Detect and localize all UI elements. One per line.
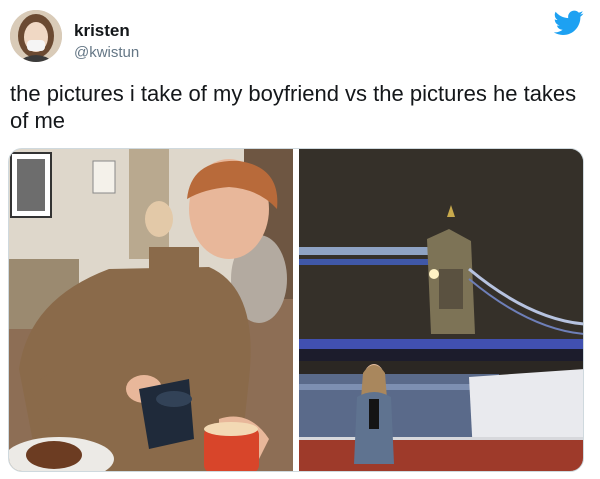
author-name[interactable]: kristen (74, 21, 130, 41)
photo-boyfriend-cafe[interactable] (9, 149, 293, 471)
tweet-media (8, 148, 584, 472)
photo-tower-bridge-night[interactable] (299, 149, 583, 471)
tweet-header: kristen @kwistun (10, 10, 590, 66)
author-handle[interactable]: @kwistun (74, 44, 139, 61)
tweet-text: the pictures i take of my boyfriend vs t… (10, 81, 577, 133)
twitter-bird-icon[interactable] (553, 10, 584, 36)
avatar[interactable] (10, 10, 62, 62)
